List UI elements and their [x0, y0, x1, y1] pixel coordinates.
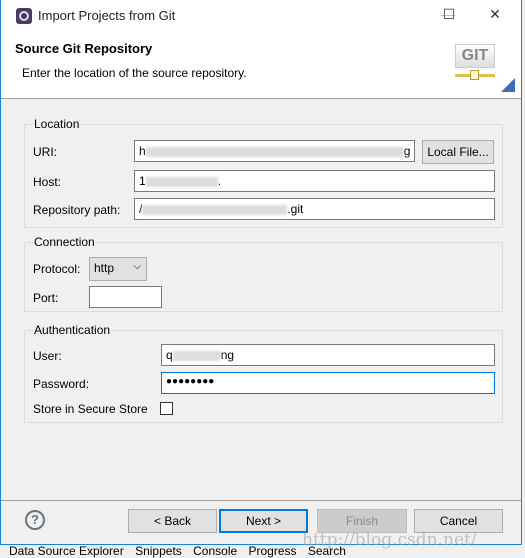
uri-input[interactable]: hg	[134, 140, 415, 162]
tab-snippets[interactable]: Snippets	[135, 545, 182, 558]
protocol-select[interactable]: http ⌵	[89, 257, 147, 281]
tab-data-source-explorer[interactable]: Data Source Explorer	[9, 545, 124, 558]
tab-console[interactable]: Console	[193, 545, 237, 558]
protocol-label: Protocol:	[33, 262, 81, 276]
password-label: Password:	[33, 377, 90, 391]
git-icon: GIT	[455, 44, 497, 84]
connection-label: Connection	[33, 235, 96, 249]
window-title: Import Projects from Git	[38, 8, 176, 23]
user-label: User:	[33, 349, 62, 363]
port-input[interactable]	[89, 286, 162, 308]
host-input[interactable]: 1.	[134, 170, 495, 192]
chevron-down-icon: ⌵	[133, 261, 141, 272]
next-button[interactable]: Next >	[219, 509, 308, 533]
connection-group: Connection Protocol: http ⌵ Port:	[24, 235, 503, 312]
authentication-group: Authentication User: q ng Password: ●●●●●…	[24, 323, 503, 423]
corner-decoration	[501, 78, 515, 92]
port-label: Port:	[33, 291, 59, 305]
maximize-button[interactable]: ☐	[434, 6, 464, 26]
page-title: Source Git Repository	[15, 41, 153, 56]
close-button[interactable]: ✕	[480, 6, 510, 26]
wizard-header: Source Git Repository Enter the location…	[1, 31, 521, 99]
authentication-label: Authentication	[33, 323, 112, 337]
tab-progress[interactable]: Progress	[249, 545, 297, 558]
git-icon-text: GIT	[461, 47, 489, 64]
repository-path-input[interactable]: / .git	[134, 198, 495, 220]
eclipse-icon	[16, 8, 32, 24]
password-input[interactable]: ●●●●●●●●	[161, 372, 495, 394]
title-bar: Import Projects from Git — ☐ ✕	[1, 0, 521, 31]
footer-divider	[1, 500, 521, 501]
location-group: Location URI: hg Local File... Host: 1. …	[24, 117, 503, 228]
repository-path-label: Repository path:	[33, 203, 121, 217]
user-input[interactable]: q ng	[161, 344, 495, 366]
host-label: Host:	[33, 175, 62, 189]
watermark: http://blog.csdn.net/	[302, 530, 477, 550]
back-button[interactable]: < Back	[128, 509, 217, 533]
local-file-button[interactable]: Local File...	[422, 140, 494, 164]
uri-label: URI:	[33, 145, 57, 159]
import-dialog: Import Projects from Git — ☐ ✕ Source Gi…	[0, 0, 522, 545]
store-secure-checkbox[interactable]	[160, 402, 173, 415]
store-secure-label: Store in Secure Store	[33, 402, 148, 416]
page-description: Enter the location of the source reposit…	[22, 66, 247, 80]
location-label: Location	[33, 117, 81, 131]
help-icon[interactable]: ?	[25, 510, 45, 530]
